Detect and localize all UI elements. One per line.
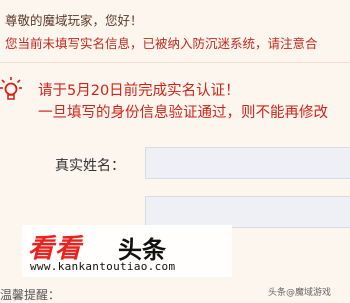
id-number-input[interactable] <box>145 196 350 228</box>
watermark-url: www.kankantoutiao.com <box>30 260 176 273</box>
reminder-label: 温馨提醒： <box>0 288 61 302</box>
real-name-input[interactable] <box>145 147 350 179</box>
anti-addiction-notice: 您当前未填写实名信息，已被纳入防沉迷系统，请注意合 <box>5 36 318 51</box>
lightbulb-icon <box>0 77 22 100</box>
watermark-logo: 看看 头条 www.kankantoutiao.com <box>22 225 232 277</box>
real-name-label: 真实姓名： <box>55 158 125 174</box>
author-credit: 头条@魔域游戏 <box>268 288 332 298</box>
irreversible-warning: 一旦填写的身份信息验证通过，则不能再修改 <box>38 105 328 121</box>
deadline-warning: 请于5月20日前完成实名认证！ <box>38 83 240 99</box>
greeting-text: 尊敬的魔域玩家，您好！ <box>5 13 143 28</box>
divider <box>0 62 350 63</box>
